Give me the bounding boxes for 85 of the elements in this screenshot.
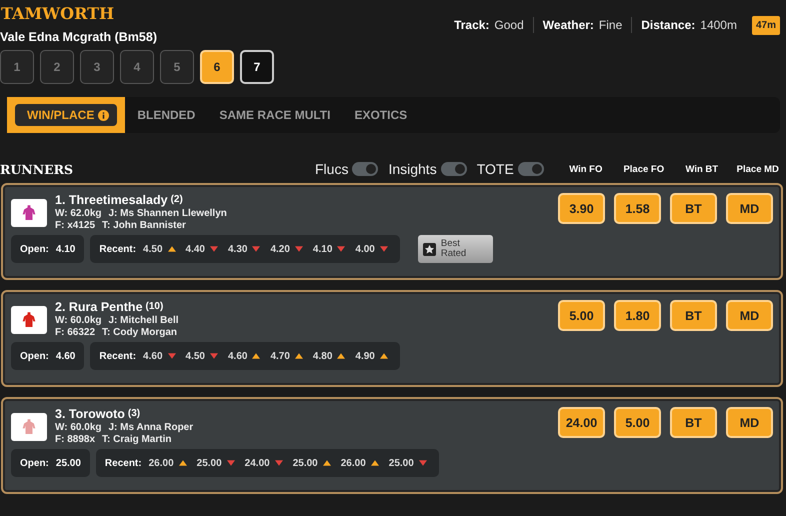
column-header: Win BT: [684, 164, 720, 174]
recent-price: 4.80: [312, 350, 332, 362]
toggle-label: TOTE: [476, 161, 514, 177]
recent-label: Recent:: [99, 244, 136, 254]
tab[interactable]: EXOTICS: [342, 97, 420, 133]
recent-price: 4.90: [355, 350, 375, 362]
trainer-text: T: Craig Martin: [102, 434, 172, 445]
trainer-text: T: John Bannister: [102, 220, 186, 231]
recent-price: 24.00: [244, 458, 270, 468]
open-price: 4.10: [56, 244, 76, 254]
recent-price: 26.00: [340, 458, 366, 468]
weight-text: W: 60.0kg: [55, 422, 102, 433]
recent-price: 4.50: [186, 350, 205, 362]
toggle-label: Flucs: [315, 161, 348, 177]
odds-button[interactable]: 5.00: [614, 407, 661, 438]
form-text: F: 66322: [55, 327, 96, 338]
toggle-label: Insights: [388, 161, 437, 177]
form-text: F: x4125: [55, 220, 96, 231]
tab[interactable]: WIN/PLACE: [15, 104, 118, 126]
open-price: 4.60: [56, 350, 76, 362]
weight-text: W: 60.0kg: [55, 315, 102, 326]
odds-button[interactable]: MD: [726, 193, 773, 224]
countdown-badge: 47m: [752, 16, 780, 34]
condition-label: Distance:: [641, 18, 696, 32]
best-rated-badge: Best Rated: [418, 235, 493, 263]
odds-button[interactable]: 1.80: [614, 300, 661, 331]
open-label: Open:: [20, 244, 49, 254]
toggle-switch[interactable]: [440, 162, 467, 176]
odds-button[interactable]: BT: [670, 300, 717, 331]
condition-label: Weather:: [542, 18, 594, 32]
open-label: Open:: [20, 458, 49, 468]
odds-button[interactable]: MD: [726, 300, 773, 331]
open-price: 25.00: [56, 458, 81, 468]
recent-price: 25.00: [292, 458, 318, 468]
open-label: Open:: [20, 350, 49, 362]
condition-label: Track:: [454, 18, 490, 32]
jockey-text: J: Ms Shannen Llewellyn: [108, 208, 227, 219]
barrier-number: (10): [146, 301, 164, 312]
race-number-button[interactable]: 7: [240, 50, 274, 84]
toggle-switch[interactable]: [352, 162, 378, 176]
barrier-number: (3): [128, 408, 140, 419]
recent-price: 4.60: [228, 350, 248, 362]
tab[interactable]: SAME RACE MULTI: [207, 97, 342, 133]
odds-button[interactable]: 24.00: [558, 407, 605, 438]
odds-button[interactable]: MD: [726, 407, 773, 438]
tab[interactable]: BLENDED: [125, 97, 208, 133]
jockey-text: J: Ms Anna Roper: [108, 422, 194, 433]
recent-price: 4.70: [270, 350, 290, 362]
trainer-text: T: Cody Morgan: [102, 327, 178, 338]
recent-label: Recent:: [99, 350, 136, 362]
column-header: Win FO: [568, 164, 604, 174]
odds-button[interactable]: 3.90: [558, 193, 605, 224]
runner-name: 1. Threetimesalady: [55, 193, 168, 207]
section-title: RUNNERS: [0, 162, 74, 176]
star-icon: [422, 242, 436, 256]
recent-price: 25.00: [388, 458, 414, 468]
toggle-switch[interactable]: [518, 162, 544, 176]
odds-button[interactable]: BT: [670, 407, 717, 438]
recent-price: 4.40: [186, 244, 205, 254]
column-header: Place FO: [622, 164, 666, 174]
race-number-button[interactable]: 6: [200, 50, 234, 84]
recent-price: 26.00: [148, 458, 174, 468]
odds-button[interactable]: 5.00: [558, 300, 605, 331]
barrier-number: (2): [170, 194, 183, 205]
runner-name: 2. Rura Penthe: [55, 300, 143, 314]
odds-button[interactable]: BT: [670, 193, 717, 224]
column-header: Place MD: [736, 164, 780, 174]
venue-title: TAMWORTH: [0, 4, 116, 24]
recent-price: 4.60: [143, 350, 163, 362]
condition-value: Fine: [598, 18, 622, 32]
jockey-text: J: Mitchell Bell: [108, 315, 179, 326]
recent-price: 4.00: [355, 244, 375, 254]
form-text: F: 8898x: [55, 434, 96, 445]
recent-price: 4.50: [143, 244, 163, 254]
recent-price: 25.00: [196, 458, 222, 468]
race-name: Vale Edna Mcgrath (Bm58): [0, 30, 158, 44]
odds-button[interactable]: 1.58: [614, 193, 661, 224]
recent-label: Recent:: [104, 458, 142, 468]
runner-name: 3. Torowoto: [55, 407, 125, 421]
weight-text: W: 62.0kg: [55, 208, 102, 219]
condition-value: 1400m: [700, 18, 737, 32]
recent-price: 4.20: [270, 244, 290, 254]
condition-value: Good: [494, 18, 524, 32]
recent-price: 4.30: [228, 244, 248, 254]
recent-price: 4.10: [312, 244, 332, 254]
